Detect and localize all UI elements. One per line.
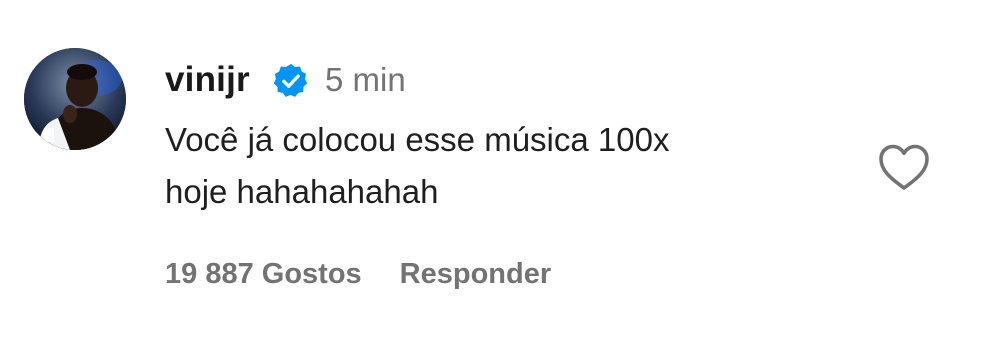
comment-text: Você já colocou esse música 100x hoje ha… xyxy=(165,121,670,210)
heart-outline-icon xyxy=(879,144,929,190)
avatar-photo xyxy=(24,48,126,150)
likes-count-link[interactable]: 19 887 Gostos xyxy=(165,254,362,294)
like-button[interactable] xyxy=(876,142,932,192)
comment-username[interactable]: vinijr xyxy=(165,58,250,102)
reply-button[interactable]: Responder xyxy=(400,254,551,294)
verified-badge-icon xyxy=(273,63,308,97)
avatar[interactable] xyxy=(24,48,126,150)
comment: vinijr 5 min Você já colocou esse música… xyxy=(0,0,984,338)
comment-actions: 19 887 Gostos Responder xyxy=(165,252,551,296)
comment-timestamp[interactable]: 5 min xyxy=(325,58,406,102)
